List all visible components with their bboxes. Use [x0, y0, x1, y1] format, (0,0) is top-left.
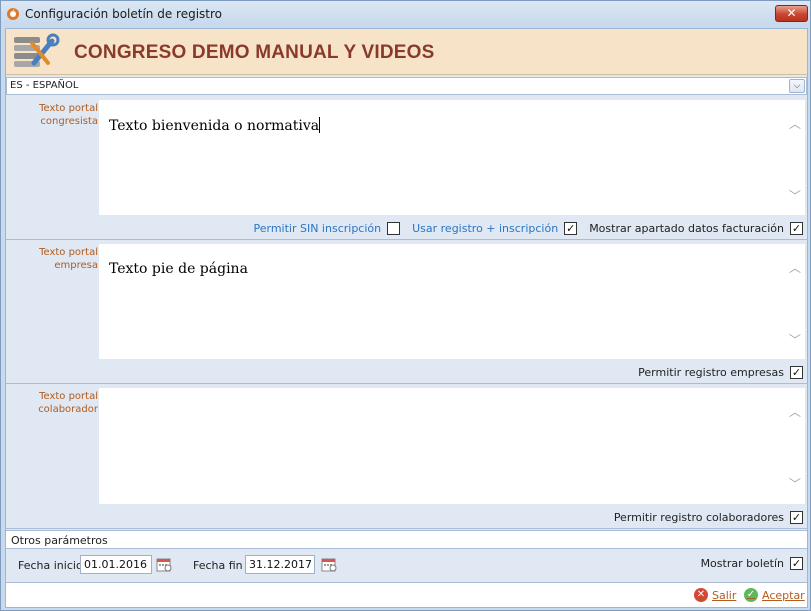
congress-title: CONGRESO DEMO MANUAL Y VIDEOS	[74, 42, 435, 63]
text-caret	[319, 117, 321, 133]
checkbox-checked[interactable]: ✓	[790, 365, 803, 379]
check-circle-icon: ✓	[744, 588, 758, 602]
checkbox-unchecked[interactable]	[387, 221, 401, 235]
scroll-up-icon[interactable]: ︿	[789, 406, 801, 418]
section-congresista: Texto portal congresista Texto bienvenid…	[6, 97, 807, 240]
option-label: Permitir registro colaboradores	[613, 510, 784, 524]
scroll-down-icon[interactable]: ﹀	[789, 190, 801, 202]
fecha-inicio-label: Fecha inicio	[18, 559, 83, 572]
checkbox-checked[interactable]: ✓	[564, 221, 578, 235]
mostrar-boletin-label: Mostrar boletín	[700, 557, 784, 570]
date-parameters: Fecha inicio 01.01.2016 Fecha fin 31.12.…	[6, 550, 807, 579]
label-line: Texto portal	[39, 391, 98, 402]
aceptar-label: Aceptar	[762, 588, 805, 602]
option-usar-registro-inscripcion[interactable]: Usar registro + inscripción ✓	[412, 221, 578, 235]
options-empresa: Permitir registro empresas ✓	[638, 364, 803, 380]
close-button[interactable]: ✕	[775, 5, 808, 22]
option-label: Usar registro + inscripción	[412, 221, 559, 235]
scroll-down-icon[interactable]: ﹀	[789, 334, 801, 346]
label-line: Texto portal	[39, 247, 98, 258]
salir-label: Salir	[712, 588, 737, 602]
dialog-window: Configuración boletín de registro ✕ CONG…	[0, 0, 811, 611]
option-label: Mostrar apartado datos facturación	[589, 221, 784, 235]
section-label-colaborador: Texto portal colaborador	[6, 390, 98, 416]
editor-empresa[interactable]: Texto pie de página	[99, 244, 785, 359]
dialog-footer: ✕ Salir ✓ Aceptar	[6, 582, 807, 607]
scroll-up-icon[interactable]: ︿	[789, 262, 801, 274]
editor-scrollbar[interactable]: ︿ ﹀	[785, 388, 805, 504]
option-mostrar-facturacion[interactable]: Mostrar apartado datos facturación ✓	[589, 221, 803, 235]
section-label-empresa: Texto portal empresa	[6, 246, 98, 272]
editor-text: Texto pie de página	[109, 261, 248, 277]
option-label: Permitir SIN inscripción	[253, 221, 382, 235]
language-select[interactable]: ES - ESPAÑOL ⌵	[6, 77, 807, 95]
fecha-fin-input[interactable]: 31.12.2017	[245, 555, 315, 574]
title-bar[interactable]: Configuración boletín de registro ✕	[1, 1, 810, 27]
dialog-body: CONGRESO DEMO MANUAL Y VIDEOS ES - ESPAÑ…	[5, 28, 808, 608]
calendar-icon[interactable]	[321, 556, 337, 572]
editor-colaborador[interactable]	[99, 388, 785, 504]
editor-congresista[interactable]: Texto bienvenida o normativa	[99, 100, 785, 215]
section-colaborador: Texto portal colaborador ︿ ﹀ Permitir re…	[6, 385, 807, 529]
options-congresista: Permitir SIN inscripción Usar registro +…	[253, 220, 803, 236]
app-logo-icon	[7, 8, 19, 20]
checkbox-checked[interactable]: ✓	[790, 557, 803, 570]
editor-scrollbar[interactable]: ︿ ﹀	[785, 244, 805, 359]
fecha-inicio-input[interactable]: 01.01.2016	[80, 555, 152, 574]
salir-button[interactable]: ✕ Salir	[694, 588, 736, 602]
aceptar-button[interactable]: ✓ Aceptar	[744, 588, 805, 602]
calendar-icon[interactable]	[156, 556, 172, 572]
option-permitir-sin-inscripcion[interactable]: Permitir SIN inscripción	[253, 221, 401, 235]
label-line: congresista	[40, 116, 98, 127]
label-line: colaborador	[38, 404, 98, 415]
editor-scrollbar[interactable]: ︿ ﹀	[785, 100, 805, 215]
header-banner: CONGRESO DEMO MANUAL Y VIDEOS	[6, 29, 807, 75]
otros-parametros-header: Otros parámetros	[6, 530, 807, 549]
checkbox-checked[interactable]: ✓	[790, 510, 803, 524]
editor-content: Texto pie de página	[109, 261, 248, 277]
section-label-congresista: Texto portal congresista	[6, 102, 98, 128]
language-value: ES - ESPAÑOL	[10, 80, 79, 91]
option-mostrar-boletin[interactable]: Mostrar boletín ✓	[701, 557, 803, 570]
fecha-fin-label: Fecha fin	[193, 559, 243, 572]
options-colaborador: Permitir registro colaboradores ✓	[614, 509, 803, 525]
chevron-down-icon[interactable]: ⌵	[789, 79, 805, 93]
editor-content: Texto bienvenida o normativa	[109, 118, 320, 134]
scroll-up-icon[interactable]: ︿	[789, 118, 801, 130]
option-label: Permitir registro empresas	[638, 365, 784, 379]
window-title: Configuración boletín de registro	[25, 7, 223, 21]
tools-database-icon	[14, 33, 60, 67]
close-circle-icon: ✕	[694, 588, 708, 602]
label-line: Texto portal	[39, 103, 98, 114]
option-permitir-registro-empresas[interactable]: Permitir registro empresas ✓	[638, 365, 803, 379]
otros-label: Otros parámetros	[11, 534, 108, 547]
editor-text: Texto bienvenida o normativa	[109, 117, 321, 134]
section-empresa: Texto portal empresa Texto pie de página…	[6, 241, 807, 384]
checkbox-checked[interactable]: ✓	[790, 221, 803, 235]
option-permitir-registro-colaboradores[interactable]: Permitir registro colaboradores ✓	[613, 510, 803, 524]
scroll-down-icon[interactable]: ﹀	[789, 478, 801, 490]
label-line: empresa	[54, 260, 98, 271]
